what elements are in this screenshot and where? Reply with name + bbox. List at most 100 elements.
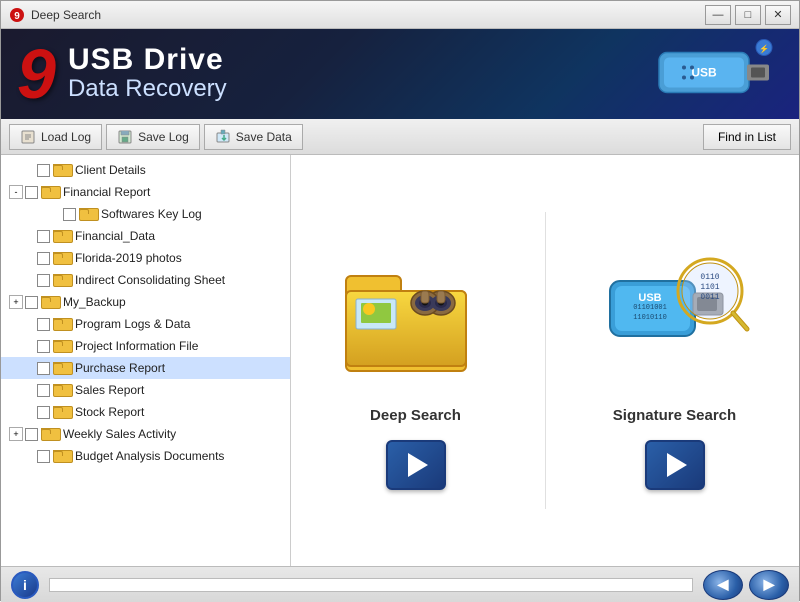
tree-item-my-backup[interactable]: + My_Backup — [1, 291, 290, 313]
checkbox-client-details[interactable] — [37, 164, 50, 177]
tree-item-softwares-key-log[interactable]: Softwares Key Log — [1, 203, 290, 225]
search-options: Deep Search 011010 — [311, 175, 779, 546]
svg-text:⚡: ⚡ — [759, 44, 769, 54]
signature-search-illustration: 01101001 11010110 USB 0110 1101 0011 — [595, 241, 755, 381]
header-text: USB Drive Data Recovery — [68, 45, 227, 104]
toggle-my-backup[interactable]: + — [9, 295, 23, 309]
main-content: Client Details - Financial Report Softwa… — [1, 155, 799, 566]
checkbox-weekly-sales[interactable] — [25, 428, 38, 441]
svg-text:01101001: 01101001 — [633, 304, 667, 312]
toolbar: Load Log Save Log Save Data Find in List — [1, 119, 799, 155]
signature-search-label: Signature Search — [613, 407, 736, 424]
tree-item-sales-report[interactable]: Sales Report — [1, 379, 290, 401]
deep-search-label: Deep Search — [370, 407, 461, 424]
label-budget-analysis: Budget Analysis Documents — [75, 449, 224, 463]
panel-divider — [545, 212, 546, 509]
tree-item-indirect-consolidating[interactable]: Indirect Consolidating Sheet — [1, 269, 290, 291]
maximize-button[interactable]: □ — [735, 5, 761, 25]
folder-icon-stock-report — [53, 405, 71, 419]
signature-search-play-button[interactable] — [645, 440, 705, 490]
label-softwares-key-log: Softwares Key Log — [101, 207, 202, 221]
tree-item-financial-data[interactable]: Financial_Data — [1, 225, 290, 247]
folder-icon-my-backup — [41, 295, 59, 309]
header-title-line2: Data Recovery — [68, 75, 227, 104]
label-financial-data: Financial_Data — [75, 229, 155, 243]
folder-icon-softwares — [79, 207, 97, 221]
title-bar-left: 9 Deep Search — [9, 7, 101, 23]
toggle-weekly-sales[interactable]: + — [9, 427, 23, 441]
save-data-button[interactable]: Save Data — [204, 124, 303, 150]
toggle-financial-report[interactable]: - — [9, 185, 23, 199]
tree-item-weekly-sales[interactable]: + Weekly Sales Activity — [1, 423, 290, 445]
svg-text:USB: USB — [691, 66, 717, 80]
checkbox-financial-data[interactable] — [37, 230, 50, 243]
status-bar: i ◀ ▶ — [1, 566, 799, 602]
checkbox-budget-analysis[interactable] — [37, 450, 50, 463]
load-log-icon — [20, 129, 36, 145]
signature-search-visual: 01101001 11010110 USB 0110 1101 0011 — [595, 231, 755, 391]
svg-text:1101: 1101 — [700, 283, 719, 292]
app-icon: 9 — [9, 7, 25, 23]
back-arrow: ◀ — [718, 576, 729, 593]
header-banner: 9 USB Drive Data Recovery USB ⚡ — [1, 29, 799, 119]
folder-icon-project — [53, 339, 71, 353]
tree-item-financial-report[interactable]: - Financial Report — [1, 181, 290, 203]
label-project-info: Project Information File — [75, 339, 198, 353]
right-panel: Deep Search 011010 — [291, 155, 799, 566]
checkbox-purchase-report[interactable] — [37, 362, 50, 375]
save-log-icon — [117, 129, 133, 145]
left-panel: Client Details - Financial Report Softwa… — [1, 155, 291, 566]
title-bar: 9 Deep Search — □ ✕ — [1, 1, 799, 29]
label-florida-photos: Florida-2019 photos — [75, 251, 182, 265]
checkbox-indirect[interactable] — [37, 274, 50, 287]
forward-arrow: ▶ — [764, 576, 775, 593]
checkbox-softwares-key-log[interactable] — [63, 208, 76, 221]
file-tree[interactable]: Client Details - Financial Report Softwa… — [1, 155, 290, 566]
tree-item-stock-report[interactable]: Stock Report — [1, 401, 290, 423]
folder-icon-sales-report — [53, 383, 71, 397]
tree-item-client-details[interactable]: Client Details — [1, 159, 290, 181]
close-button[interactable]: ✕ — [765, 5, 791, 25]
navigation-buttons: ◀ ▶ — [703, 570, 789, 600]
label-program-logs: Program Logs & Data — [75, 317, 190, 331]
checkbox-sales-report[interactable] — [37, 384, 50, 397]
back-button[interactable]: ◀ — [703, 570, 743, 600]
tree-item-florida-photos[interactable]: Florida-2019 photos — [1, 247, 290, 269]
checkbox-program-logs[interactable] — [37, 318, 50, 331]
header-title-line1: USB Drive — [68, 45, 227, 75]
folder-icon-financial-data — [53, 229, 71, 243]
folder-icon-client-details — [53, 163, 71, 177]
checkbox-stock-report[interactable] — [37, 406, 50, 419]
folder-icon-purchase-report — [53, 361, 71, 375]
play-triangle-deep — [408, 453, 428, 477]
deep-search-visual — [336, 231, 496, 391]
minimize-button[interactable]: — — [705, 5, 731, 25]
folder-icon-weekly-sales — [41, 427, 59, 441]
tree-item-program-logs[interactable]: Program Logs & Data — [1, 313, 290, 335]
save-log-button[interactable]: Save Log — [106, 124, 200, 150]
svg-text:9: 9 — [14, 11, 20, 22]
checkbox-financial-report[interactable] — [25, 186, 38, 199]
checkbox-project-info[interactable] — [37, 340, 50, 353]
svg-text:11010110: 11010110 — [633, 314, 667, 322]
deep-search-play-button[interactable] — [386, 440, 446, 490]
label-purchase-report: Purchase Report — [75, 361, 165, 375]
progress-bar — [49, 578, 693, 592]
folder-icon-program-logs — [53, 317, 71, 331]
label-client-details: Client Details — [75, 163, 146, 177]
label-sales-report: Sales Report — [75, 383, 144, 397]
tree-item-purchase-report[interactable]: Purchase Report — [1, 357, 290, 379]
info-button[interactable]: i — [11, 571, 39, 599]
forward-button[interactable]: ▶ — [749, 570, 789, 600]
svg-text:0011: 0011 — [700, 293, 719, 302]
label-stock-report: Stock Report — [75, 405, 144, 419]
load-log-button[interactable]: Load Log — [9, 124, 102, 150]
tree-item-project-info[interactable]: Project Information File — [1, 335, 290, 357]
checkbox-my-backup[interactable] — [25, 296, 38, 309]
svg-text:0110: 0110 — [700, 273, 719, 282]
tree-item-budget-analysis[interactable]: Budget Analysis Documents — [1, 445, 290, 467]
checkbox-florida-photos[interactable] — [37, 252, 50, 265]
find-in-list-button[interactable]: Find in List — [703, 124, 791, 150]
label-financial-report: Financial Report — [63, 185, 150, 199]
usb-graphic: USB ⚡ — [629, 33, 779, 116]
